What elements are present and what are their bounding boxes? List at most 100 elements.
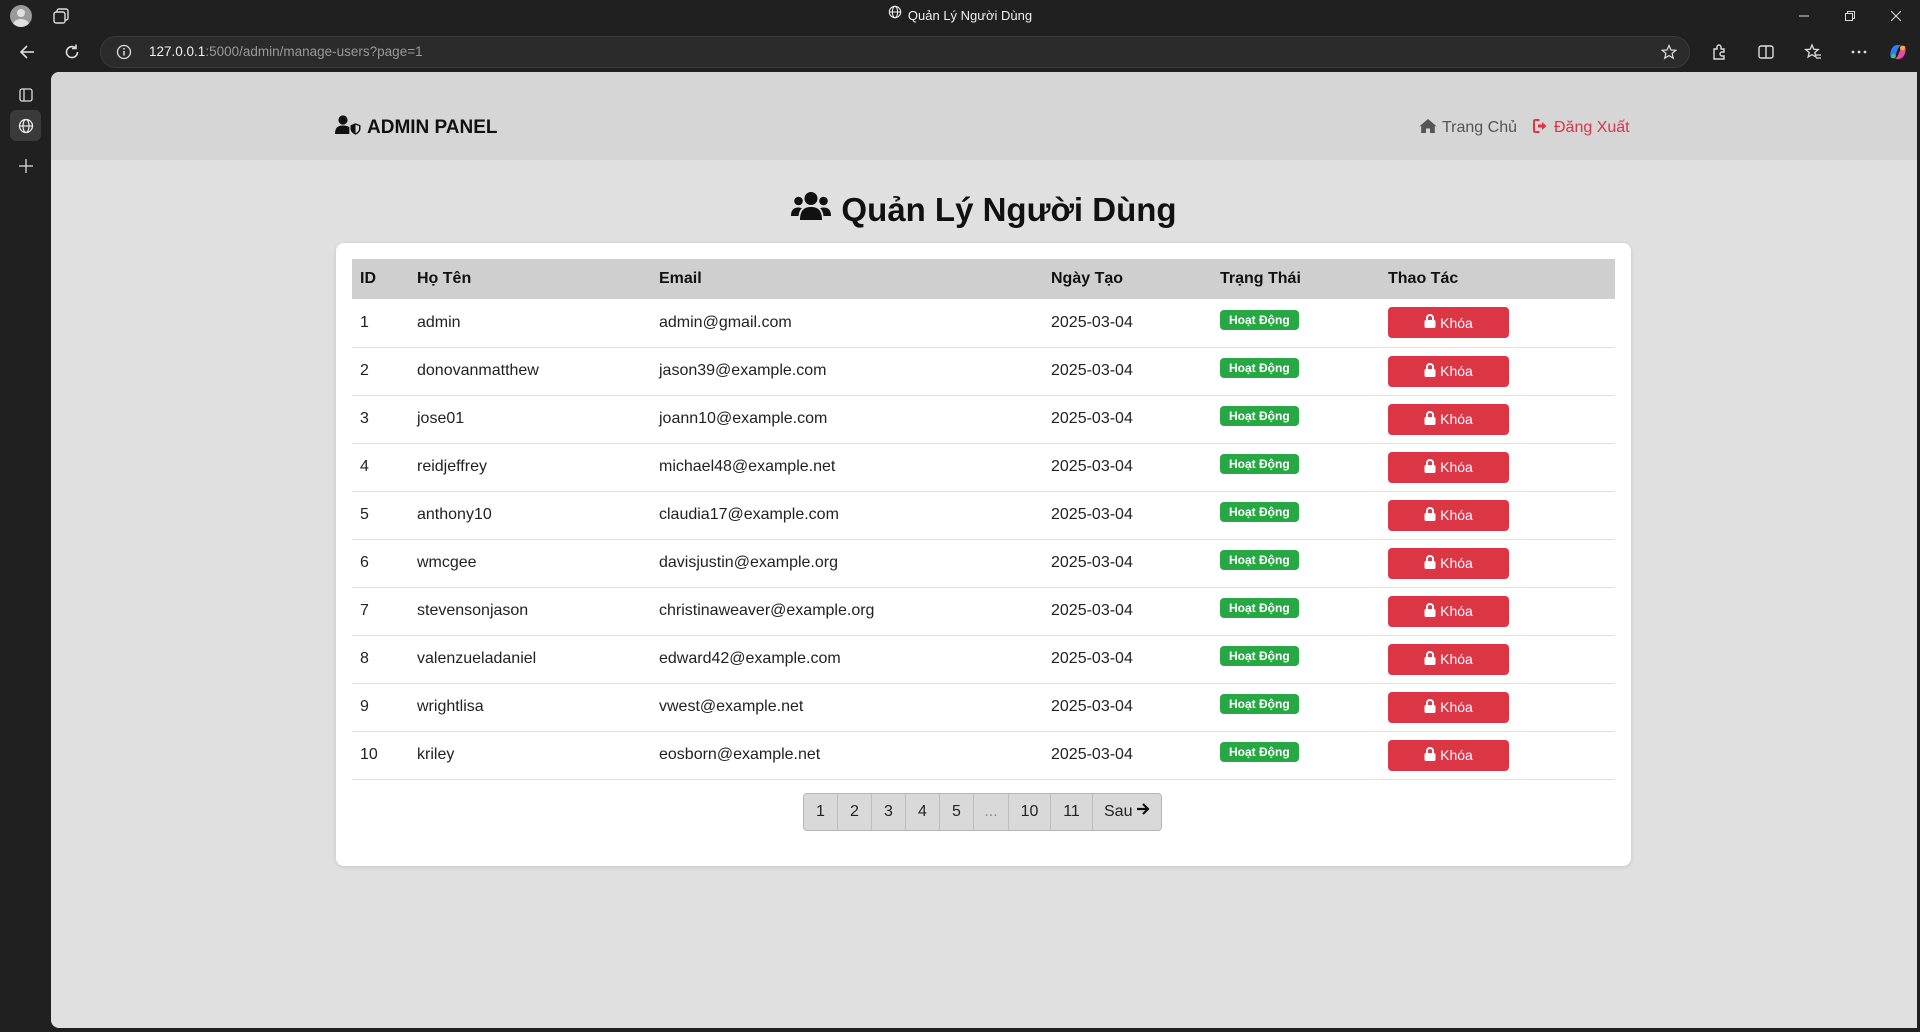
cell-status: Hoạt Động — [1212, 683, 1380, 731]
page-link-4[interactable]: 4 — [906, 794, 940, 830]
header-created: Ngày Tạo — [1051, 270, 1124, 287]
nav-logout-link[interactable]: Đăng Xuất — [1533, 118, 1630, 139]
cell-email: edward42@example.com — [659, 650, 841, 667]
minimize-icon[interactable] — [1781, 0, 1827, 32]
cell-id: 9 — [360, 698, 369, 715]
cell-name: wmcgee — [417, 554, 477, 571]
nav-links: Trang Chủ Đăng Xuất — [1419, 116, 1630, 140]
cell-email: jason39@example.com — [659, 362, 827, 379]
page-link-11[interactable]: 11 — [1051, 794, 1093, 830]
table-row: 7 stevensonjason christinaweaver@example… — [352, 587, 1615, 635]
cell-actions: Khóa — [1380, 683, 1615, 731]
vertical-tab-strip — [0, 72, 51, 1032]
users-icon — [791, 190, 832, 230]
nav-home-label: Trang Chủ — [1442, 119, 1517, 136]
nav-home-link[interactable]: Trang Chủ — [1419, 118, 1517, 139]
cell-id: 1 — [360, 313, 369, 331]
page-link-1[interactable]: 1 — [804, 794, 838, 830]
lock-user-button[interactable]: Khóa — [1388, 643, 1509, 675]
table-row: 1 admin admin@gmail.com 2025-03-04 Hoạt … — [352, 299, 1615, 347]
header-name: Họ Tên — [417, 270, 472, 287]
new-tab-plus-icon[interactable] — [10, 150, 41, 181]
lock-user-button[interactable]: Khóa — [1388, 355, 1509, 387]
split-screen-icon[interactable] — [1750, 36, 1782, 68]
nav-logout-label: Đăng Xuất — [1554, 119, 1630, 136]
cell-created: 2025-03-04 — [1051, 362, 1133, 379]
cell-name: donovanmatthew — [417, 362, 539, 379]
status-badge: Hoạt Động — [1220, 501, 1299, 522]
lock-icon — [1424, 506, 1436, 524]
refresh-icon[interactable] — [56, 36, 88, 68]
extensions-icon[interactable] — [1703, 36, 1735, 68]
status-badge: Hoạt Động — [1220, 453, 1299, 474]
pagination: 1 2 3 4 5 ... 10 11 Sau — [803, 793, 1163, 831]
brand[interactable]: ADMIN PANEL — [335, 115, 498, 140]
cell-status: Hoạt Động — [1212, 731, 1380, 779]
cell-email: michael48@example.net — [659, 458, 836, 475]
users-table: ID Họ Tên Email Ngày Tạo Trạng Thái Thao… — [352, 259, 1615, 780]
restore-icon[interactable] — [1827, 0, 1873, 32]
table-body: 1 admin admin@gmail.com 2025-03-04 Hoạt … — [352, 299, 1615, 779]
lock-user-button[interactable]: Khóa — [1388, 451, 1509, 483]
cell-created: 2025-03-04 — [1051, 410, 1133, 427]
close-icon[interactable] — [1873, 0, 1919, 32]
lock-user-label: Khóa — [1440, 363, 1473, 379]
page-link-2[interactable]: 2 — [838, 794, 872, 830]
lock-user-label: Khóa — [1440, 699, 1473, 715]
cell-created: 2025-03-04 — [1051, 602, 1133, 619]
table-row: 8 valenzueladaniel edward42@example.com … — [352, 635, 1615, 683]
lock-user-button[interactable]: Khóa — [1388, 739, 1509, 771]
sign-out-icon — [1533, 118, 1549, 139]
lock-user-button[interactable]: Khóa — [1388, 595, 1509, 627]
status-badge: Hoạt Động — [1220, 597, 1299, 618]
copilot-icon[interactable] — [1882, 36, 1914, 68]
lock-user-label: Khóa — [1440, 603, 1473, 619]
cell-actions: Khóa — [1380, 299, 1615, 347]
lock-user-button[interactable]: Khóa — [1388, 499, 1509, 531]
page-link-3[interactable]: 3 — [872, 794, 906, 830]
lock-icon — [1424, 458, 1436, 476]
cell-email: vwest@example.net — [659, 698, 804, 715]
lock-user-button[interactable]: Khóa — [1388, 691, 1509, 723]
cell-id: 6 — [360, 554, 369, 571]
cell-created: 2025-03-04 — [1051, 313, 1133, 331]
home-icon — [1419, 118, 1437, 139]
browser-toolbar: 127.0.0.1:5000/admin/manage-users?page=1 — [0, 32, 1920, 72]
cell-actions: Khóa — [1380, 587, 1615, 635]
arrow-right-icon — [1136, 794, 1151, 830]
lock-user-button[interactable]: Khóa — [1388, 547, 1509, 579]
page-link-5[interactable]: 5 — [940, 794, 974, 830]
lock-user-button[interactable]: Khóa — [1388, 307, 1509, 339]
lock-user-label: Khóa — [1440, 314, 1473, 331]
users-card: ID Họ Tên Email Ngày Tạo Trạng Thái Thao… — [336, 243, 1631, 866]
header-status: Trạng Thái — [1220, 270, 1301, 287]
next-page-button[interactable]: Sau — [1093, 794, 1161, 830]
back-arrow-icon[interactable] — [11, 36, 43, 68]
globe-icon — [888, 0, 902, 31]
more-options-icon[interactable] — [1843, 36, 1875, 68]
header-email: Email — [659, 270, 702, 287]
cell-email: christinaweaver@example.org — [659, 602, 875, 619]
lock-icon — [1424, 650, 1436, 668]
cell-email: joann10@example.com — [659, 410, 828, 427]
cell-email: claudia17@example.com — [659, 506, 839, 523]
address-bar[interactable]: 127.0.0.1:5000/admin/manage-users?page=1 — [100, 36, 1690, 68]
tab-actions-icon[interactable] — [10, 79, 41, 110]
lock-user-label: Khóa — [1440, 411, 1473, 427]
cell-id: 10 — [360, 746, 378, 763]
cell-actions: Khóa — [1380, 491, 1615, 539]
brand-text: ADMIN PANEL — [367, 117, 498, 138]
favorites-icon[interactable] — [1797, 36, 1829, 68]
favorite-star-icon[interactable] — [1660, 44, 1678, 65]
lock-icon — [1424, 362, 1436, 380]
cell-status: Hoạt Động — [1212, 395, 1380, 443]
site-info-icon[interactable] — [116, 44, 132, 65]
lock-user-button[interactable]: Khóa — [1388, 403, 1509, 435]
status-badge: Hoạt Động — [1220, 405, 1299, 426]
page-link-10[interactable]: 10 — [1009, 794, 1051, 830]
tab-current-page-globe-icon[interactable] — [10, 110, 41, 141]
url-text: 127.0.0.1:5000/admin/manage-users?page=1 — [149, 37, 423, 67]
cell-created: 2025-03-04 — [1051, 746, 1133, 763]
page-viewport: ADMIN PANEL Trang Chủ Đăng Xuất Quản Lý … — [51, 72, 1917, 1028]
cell-status: Hoạt Động — [1212, 491, 1380, 539]
